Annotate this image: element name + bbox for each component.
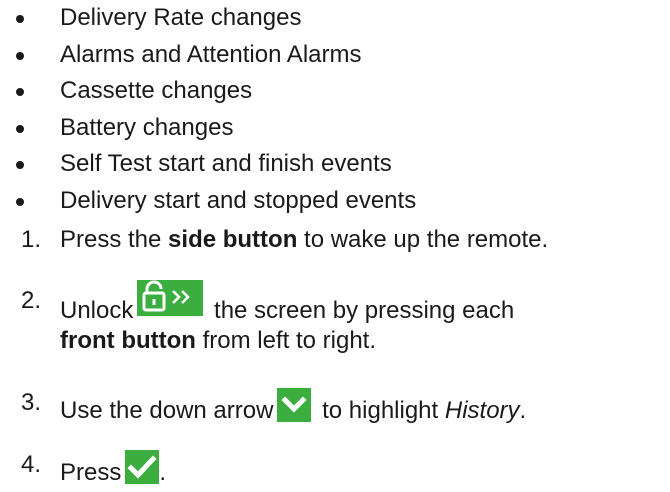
list-item-label: Cassette changes [60, 77, 253, 104]
bullet-dot [16, 197, 24, 206]
list-item-label: Delivery start and stopped events [60, 186, 417, 214]
step-3: 3. Use the down arrow to highlight Histo… [0, 388, 670, 450]
list-item-label: Delivery Rate changes [60, 4, 302, 31]
step-2: 2. Unlock the screen by pressing each fro… [0, 272, 670, 388]
step-text: the screen by pressing each [207, 297, 515, 324]
step-text: . [159, 459, 167, 486]
list-item-label: Self Test start and finish events [60, 150, 392, 177]
step-text: Press [60, 459, 122, 486]
step-bold-text: side button [168, 226, 298, 253]
step-text: Press the [60, 226, 169, 253]
checkmark-icon [125, 450, 160, 484]
step-bold-text: front button [60, 327, 196, 354]
unlock-chevron-icon [137, 280, 204, 316]
step-list: 1. Press the side button to wake up the … [0, 225, 670, 490]
instruction-document: Delivery Rate changes Alarms and Attenti… [0, 0, 670, 489]
list-item: Self Test start and finish events [0, 146, 670, 183]
step-text: to wake up the remote. [297, 226, 549, 253]
step-number: 2. [21, 287, 42, 314]
bullet-dot [16, 51, 24, 60]
list-item: Delivery Rate changes [0, 0, 670, 37]
chevron-down-icon [277, 388, 312, 422]
list-item: Delivery start and stopped events [0, 183, 670, 220]
list-item: Cassette changes [0, 73, 670, 110]
step-text: Use the down arrow [60, 397, 274, 424]
bullet-dot [16, 124, 24, 133]
step-number: 4. [21, 451, 42, 478]
bullet-dot [16, 15, 24, 23]
step-text: to highlight [315, 397, 445, 424]
bullet-dot [16, 161, 24, 169]
step-number: 1. [21, 226, 42, 253]
step-text: . [519, 397, 527, 424]
step-4: 4. Press . [0, 450, 670, 490]
list-item-label: Battery changes [60, 113, 234, 141]
bullet-dot [16, 88, 24, 96]
list-item: Alarms and Attention Alarms [0, 37, 670, 74]
step-text: Unlock [60, 297, 134, 324]
event-list: Delivery Rate changes Alarms and Attenti… [0, 0, 670, 219]
step-text: from left to right. [195, 327, 376, 354]
list-item-label: Alarms and Attention Alarms [60, 40, 362, 68]
step-italic-text: History [444, 397, 520, 424]
step-number: 3. [21, 389, 42, 416]
list-item: Battery changes [0, 110, 670, 147]
step-1: 1. Press the side button to wake up the … [0, 225, 670, 272]
